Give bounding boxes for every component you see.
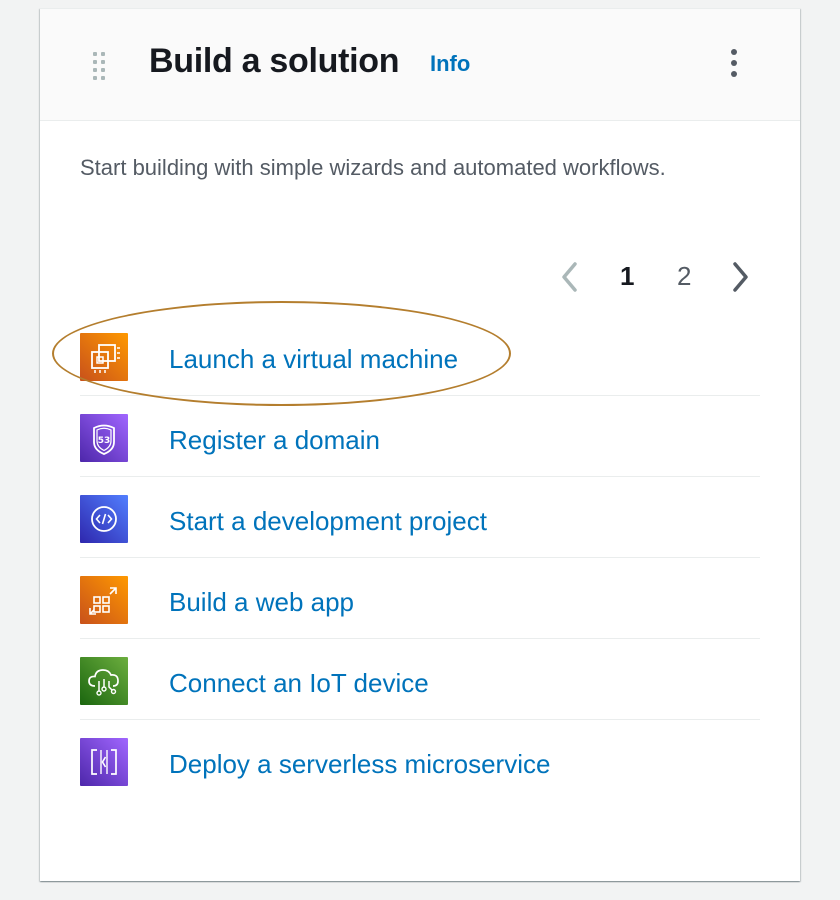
list-item[interactable]: Deploy a serverless microservice — [80, 720, 760, 801]
code-icon — [80, 495, 128, 543]
svg-text:53: 53 — [98, 436, 111, 446]
page-1-button[interactable]: 1 — [620, 261, 634, 292]
drag-handle-icon[interactable] — [93, 52, 107, 80]
route53-shield-icon: 53 — [80, 414, 128, 462]
register-domain-link[interactable]: Register a domain — [169, 425, 380, 456]
pagination: 1 2 — [555, 257, 765, 297]
widget-description: Start building with simple wizards and a… — [80, 155, 666, 180]
widget-header: Build a solution Info — [40, 9, 800, 121]
chevron-left-icon[interactable] — [555, 259, 585, 295]
list-item[interactable]: Build a web app — [80, 558, 760, 639]
info-link[interactable]: Info — [430, 51, 470, 77]
launch-vm-link[interactable]: Launch a virtual machine — [169, 344, 458, 375]
iot-cloud-icon — [80, 657, 128, 705]
build-web-app-link[interactable]: Build a web app — [169, 587, 354, 618]
start-dev-project-link[interactable]: Start a development project — [169, 506, 487, 537]
chevron-right-icon[interactable] — [725, 259, 755, 295]
serverless-icon — [80, 738, 128, 786]
more-actions-icon[interactable] — [720, 45, 748, 81]
widget-title: Build a solution — [149, 42, 400, 80]
list-item[interactable]: Launch a virtual machine — [80, 315, 760, 396]
deploy-serverless-link[interactable]: Deploy a serverless microservice — [169, 749, 550, 780]
ec2-instance-icon — [80, 333, 128, 381]
list-item[interactable]: Start a development project — [80, 477, 760, 558]
solutions-list: Launch a virtual machine 53 Register a d… — [80, 315, 760, 801]
list-item[interactable]: 53 Register a domain — [80, 396, 760, 477]
page-2-button[interactable]: 2 — [677, 261, 691, 292]
list-item[interactable]: Connect an IoT device — [80, 639, 760, 720]
web-app-icon — [80, 576, 128, 624]
build-solution-widget: Build a solution Info Start building wit… — [40, 8, 800, 881]
connect-iot-link[interactable]: Connect an IoT device — [169, 668, 429, 699]
